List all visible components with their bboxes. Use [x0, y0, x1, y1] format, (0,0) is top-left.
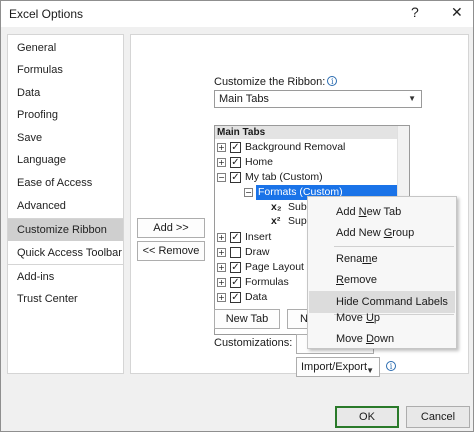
tree-header: Main Tabs — [215, 126, 409, 139]
superscript-icon: x² — [271, 215, 281, 227]
tree-item-home[interactable]: + ✓ Home — [215, 155, 395, 170]
tree-item-label: Background Removal — [245, 141, 346, 153]
ok-button[interactable]: OK — [335, 406, 399, 428]
checkbox-unchecked-icon[interactable] — [230, 247, 241, 258]
menu-item-move-down[interactable]: Move Down — [309, 328, 455, 350]
customize-ribbon-heading: Customize the Ribbon: i — [214, 76, 338, 88]
sidebar-item-general[interactable]: General — [8, 37, 123, 59]
close-button[interactable]: ✕ — [451, 4, 463, 21]
import-export-info[interactable]: i — [384, 361, 396, 373]
checkbox-checked-icon[interactable]: ✓ — [230, 292, 241, 303]
collapse-icon[interactable]: − — [217, 173, 226, 182]
customizations-label: Customizations: — [214, 337, 293, 349]
checkbox-checked-icon[interactable]: ✓ — [230, 277, 241, 288]
tree-item-label: Data — [245, 291, 268, 303]
expand-icon[interactable]: + — [217, 278, 226, 287]
sidebar-item-customize-ribbon[interactable]: Customize Ribbon — [8, 219, 123, 241]
tree-item-label: My tab (Custom) — [245, 171, 323, 183]
checkbox-checked-icon[interactable]: ✓ — [230, 262, 241, 273]
options-sidebar: General Formulas Data Proofing Save Lang… — [7, 34, 124, 374]
menu-item-add-new-group[interactable]: Add New Group — [309, 222, 455, 244]
tree-item-label: Draw — [245, 246, 270, 258]
expand-icon[interactable]: + — [217, 143, 226, 152]
import-export-button[interactable]: Import/Export ▼ — [296, 357, 380, 377]
expand-icon[interactable]: + — [217, 293, 226, 302]
window-title: Excel Options — [9, 7, 84, 21]
tree-item-my-tab[interactable]: − ✓ My tab (Custom) — [215, 170, 395, 185]
info-icon[interactable]: i — [327, 76, 338, 86]
sidebar-item-trust-center[interactable]: Trust Center — [8, 288, 123, 310]
menu-item-add-new-tab[interactable]: Add New Tab — [309, 201, 455, 223]
checkbox-checked-icon[interactable]: ✓ — [230, 142, 241, 153]
checkbox-checked-icon[interactable]: ✓ — [230, 232, 241, 243]
new-tab-button[interactable]: New Tab — [214, 309, 280, 329]
excel-options-dialog: Excel Options ? ✕ General Formulas Data … — [0, 0, 474, 432]
tree-item-label: Insert — [245, 231, 272, 243]
help-button[interactable]: ? — [411, 4, 419, 20]
expand-icon[interactable]: + — [217, 263, 226, 272]
subscript-icon: x₂ — [271, 201, 282, 213]
tree-item-label: Formulas — [245, 276, 289, 288]
sidebar-item-save[interactable]: Save — [8, 127, 123, 149]
context-menu: Add New Tab Add New Group Rename Remove … — [307, 196, 457, 349]
menu-item-remove[interactable]: Remove — [309, 269, 455, 291]
expand-icon[interactable]: + — [217, 158, 226, 167]
collapse-icon[interactable]: − — [244, 188, 253, 197]
info-icon[interactable]: i — [386, 361, 396, 371]
sidebar-item-proofing[interactable]: Proofing — [8, 104, 123, 126]
customize-ribbon-label: Customize the Ribbon: — [214, 76, 326, 88]
ribbon-tabs-dropdown-value: Main Tabs — [219, 93, 269, 105]
ribbon-tabs-dropdown[interactable]: Main Tabs ▼ — [214, 90, 422, 108]
chevron-down-icon: ▼ — [366, 366, 374, 375]
menu-separator — [334, 246, 454, 247]
tree-item-label: Home — [245, 156, 274, 168]
remove-button[interactable]: << Remove — [137, 241, 205, 261]
cancel-button[interactable]: Cancel — [406, 406, 470, 428]
tree-item-background-removal[interactable]: + ✓ Background Removal — [215, 140, 395, 155]
sidebar-item-add-ins[interactable]: Add-ins — [8, 266, 123, 288]
tree-item-label: Sub — [288, 201, 307, 213]
add-button[interactable]: Add >> — [137, 218, 205, 238]
menu-item-move-up[interactable]: Move Up — [309, 307, 455, 329]
title-bar: Excel Options ? ✕ — [1, 1, 473, 27]
menu-item-rename[interactable]: Rename — [309, 248, 455, 270]
expand-icon[interactable]: + — [217, 233, 226, 242]
tree-item-label: Sup — [288, 215, 307, 227]
checkbox-checked-icon[interactable]: ✓ — [230, 157, 241, 168]
sidebar-item-quick-access-toolbar[interactable]: Quick Access Toolbar — [8, 242, 123, 264]
sidebar-item-formulas[interactable]: Formulas — [8, 59, 123, 81]
tree-item-label: Page Layout — [245, 261, 304, 273]
import-export-label: Import/Export — [301, 361, 368, 373]
sidebar-divider — [8, 264, 123, 265]
expand-icon[interactable]: + — [217, 248, 226, 257]
sidebar-item-data[interactable]: Data — [8, 82, 123, 104]
checkbox-checked-icon[interactable]: ✓ — [230, 172, 241, 183]
sidebar-item-ease-of-access[interactable]: Ease of Access — [8, 172, 123, 194]
sidebar-item-language[interactable]: Language — [8, 149, 123, 171]
chevron-down-icon: ▼ — [408, 94, 416, 103]
sidebar-item-advanced[interactable]: Advanced — [8, 195, 123, 217]
